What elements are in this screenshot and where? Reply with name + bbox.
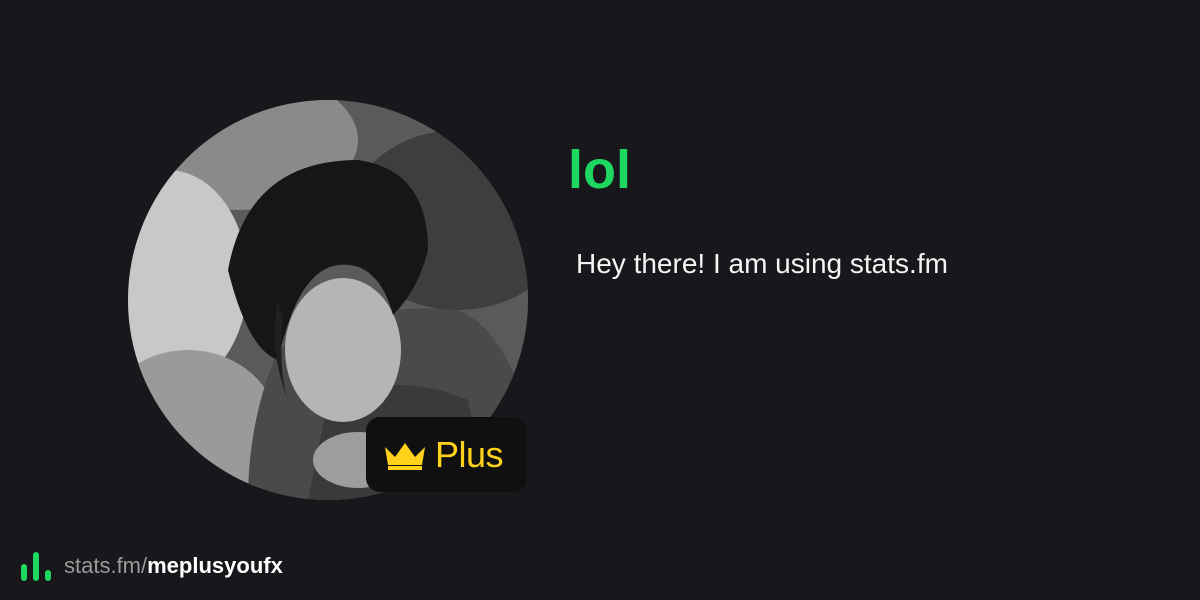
plus-badge: Plus xyxy=(366,417,527,492)
profile-card: Plus lol Hey there! I am using stats.fm … xyxy=(0,0,1200,600)
stats-fm-logo-icon xyxy=(21,552,51,581)
plus-badge-label: Plus xyxy=(435,433,504,475)
profile-link[interactable]: stats.fm/meplusyoufx xyxy=(20,550,283,582)
profile-url-domain: stats.fm/ xyxy=(64,553,148,578)
crown-icon xyxy=(385,442,425,470)
profile-url-handle: meplusyoufx xyxy=(147,553,283,578)
profile-bio: Hey there! I am using stats.fm xyxy=(576,248,948,279)
username: lol xyxy=(568,140,631,200)
profile-url: stats.fm/meplusyoufx xyxy=(64,553,283,579)
